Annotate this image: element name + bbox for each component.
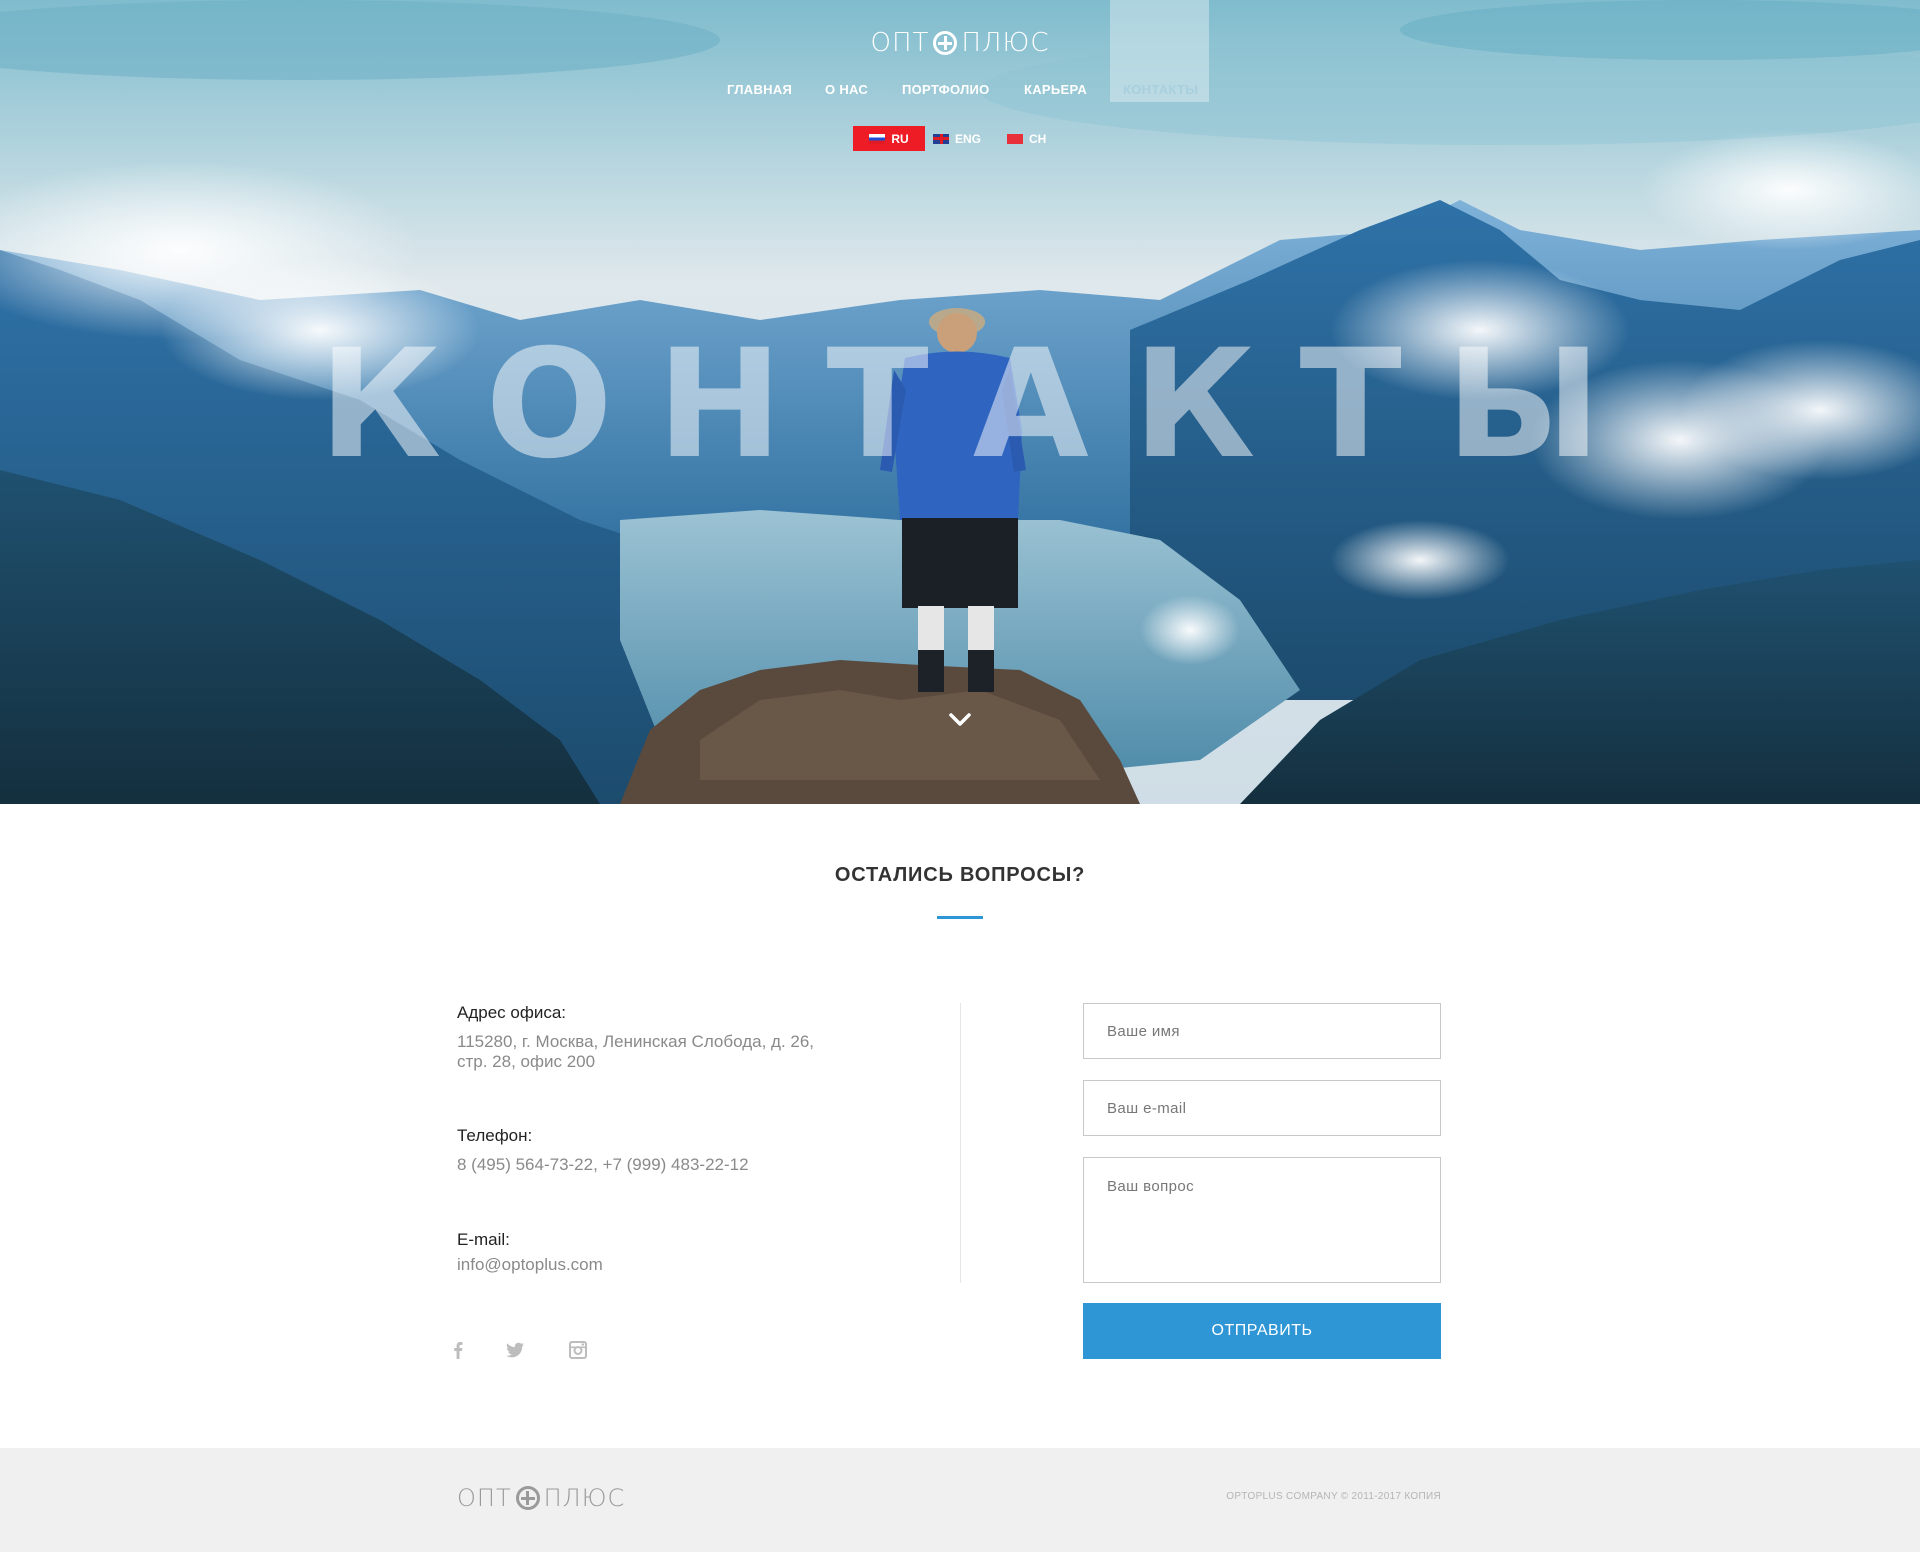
nav-item-about[interactable]: О НАС [825,82,868,97]
nav-item-career[interactable]: КАРЬЕРА [1024,82,1087,97]
nav-item-portfolio[interactable]: ПОРТФОЛИО [902,82,990,97]
heading-underline [937,916,983,919]
lang-eng[interactable]: ENG [923,126,991,151]
name-input[interactable] [1083,1003,1441,1059]
hero-banner: ОПТ ПЛЮС ГЛАВНАЯ О НАС ПОРТФОЛИО КАРЬЕРА… [0,0,1920,804]
lang-eng-label: ENG [955,131,982,146]
flag-uk-icon [933,133,949,144]
lang-ru-label: RU [891,131,909,146]
email-input[interactable] [1083,1080,1441,1136]
address-label: Адрес офиса: [457,1003,567,1022]
lang-ch-label: CH [1029,131,1047,146]
phone-label: Телефон: [457,1126,533,1145]
footer-logo[interactable]: ОПТ ПЛЮС [457,1484,625,1512]
main-nav: ГЛАВНАЯ О НАС ПОРТФОЛИО КАРЬЕРА КОНТАКТЫ [0,0,1920,102]
submit-button[interactable]: ОТПРАВИТЬ [1083,1303,1441,1359]
flag-ru-icon [869,133,886,144]
lang-ch[interactable]: CH [997,126,1056,151]
section-heading: ОСТАЛИСЬ ВОПРОСЫ? [834,864,1086,886]
footer-logo-text-right: ПЛЮС [543,1484,626,1512]
footer-logo-text-left: ОПТ [457,1484,512,1512]
facebook-icon[interactable] [447,1339,469,1361]
footer: ОПТ ПЛЮС OPTOPLUS COMPANY © 2011-2017 КО… [0,1448,1920,1552]
nav-item-home[interactable]: ГЛАВНАЯ [727,82,792,97]
question-textarea[interactable] [1083,1157,1441,1283]
twitter-icon[interactable] [504,1339,526,1361]
email-label: E-mail: [457,1230,510,1249]
flag-cn-icon [1007,133,1023,144]
footer-crosshair-logo-icon [515,1486,540,1510]
chevron-down-icon[interactable] [947,706,973,732]
lang-ru[interactable]: RU [853,126,925,151]
hero-title: КОНТАКТЫ [318,318,1646,492]
phone-value[interactable]: 8 (495) 564-73-22, +7 (999) 483-22-12 [457,1155,749,1175]
address-line-1: 115280, г. Москва, Ленинская Слобода, д.… [457,1032,815,1051]
column-divider [960,1003,961,1283]
address-line-2: стр. 28, офис 200 [457,1052,596,1071]
nav-item-contacts[interactable]: КОНТАКТЫ [1123,82,1198,97]
email-value[interactable]: info@optoplus.com [457,1255,603,1275]
instagram-icon[interactable] [567,1339,589,1361]
footer-copyright: OPTOPLUS COMPANY © 2011-2017 КОПИЯ [1226,1491,1441,1502]
